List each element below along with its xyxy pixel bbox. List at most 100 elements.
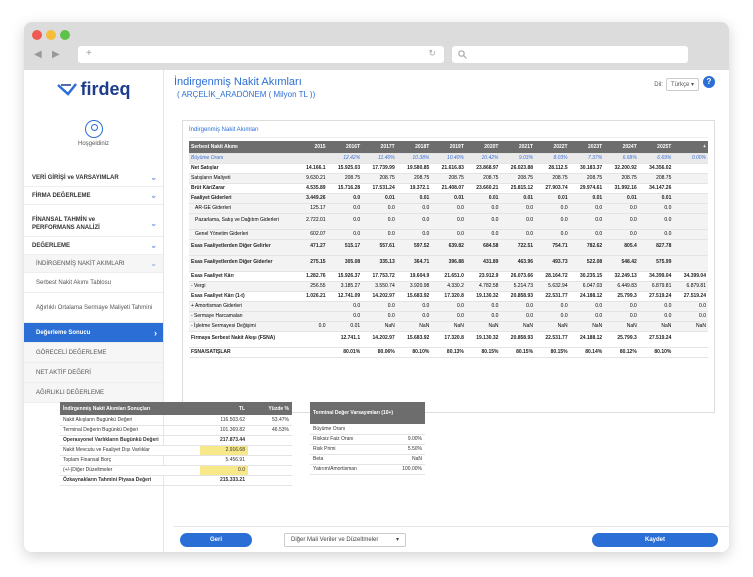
search-bar[interactable] — [452, 46, 688, 63]
back-nav-icon[interactable]: ◀ — [34, 49, 42, 60]
sidebar-item-agirlikli[interactable]: AĞIRLIKLI DEĞERLEME — [24, 383, 163, 403]
user-avatar-icon[interactable] — [84, 120, 103, 138]
table-cell: 0.0 — [396, 213, 432, 230]
table-cell: 24.188.12 — [569, 331, 605, 348]
table-cell: 0.0 — [673, 301, 708, 312]
table-cell — [673, 193, 708, 204]
sidebar-item-finansal-tahmin[interactable]: FİNANSAL TAHMİN ve PERFORMANS ANALİZİ ⌄ — [24, 211, 163, 237]
fcf-card: İndirgenmiş Nakit Akımları Serbest Nakit… — [182, 120, 715, 413]
table-cell — [673, 255, 708, 272]
fcf-table: Serbest Nakit Akımı 2015 2016T 2017T 2018T 20… — [189, 141, 708, 358]
table-cell: 10.40% — [431, 153, 466, 164]
table-cell: 80.15% — [465, 347, 501, 358]
table-cell — [673, 331, 708, 348]
sidebar-item-goreceli[interactable]: GÖRECELİ DEĞERLEME — [24, 343, 163, 363]
table-cell — [673, 229, 708, 240]
table-cell: 28.164.72 — [535, 271, 570, 282]
table-row: - İşletme Sermayesi Değişimi 0.0 0.01 NaN Na… — [189, 321, 708, 332]
table-cell: 25.815.12 — [500, 183, 536, 194]
table-cell: 6.879.81 — [673, 281, 708, 292]
table-cell: 19.130.32 — [465, 331, 501, 348]
table-cell: 19.372.1 — [396, 183, 432, 194]
table-cell — [248, 475, 292, 486]
table-cell: 0.0 — [638, 311, 674, 322]
sidebar-item-firma-degerleme[interactable]: FİRMA DEĞERLEME ⌄ — [24, 187, 163, 205]
sidebar-item-degerleme[interactable]: DEĞERLEME ⌄ — [24, 237, 163, 255]
table-cell: 3.550.74 — [362, 281, 397, 292]
table-cell: 0.01 — [604, 193, 639, 204]
table-cell: 364.71 — [396, 255, 432, 272]
table-cell: 10.38% — [396, 153, 432, 164]
table-cell: NaN — [465, 321, 501, 332]
address-bar[interactable]: + ↻ — [78, 46, 444, 63]
table-cell: NaN — [673, 321, 708, 332]
table-cell: 0.0 — [327, 193, 363, 204]
row-label: - Vergi — [189, 281, 293, 292]
row-label: Esas Faaliyet Kârı — [189, 271, 293, 282]
table-cell: 14.202.97 — [362, 291, 397, 302]
sidebar-item-snat[interactable]: Serbest Nakit Akımı Tablosu — [24, 273, 163, 293]
table-cell — [293, 153, 328, 164]
table-cell — [673, 213, 708, 230]
terminal-header: Terminal Değer Varsayımları (10+) — [310, 402, 425, 424]
logo[interactable]: firdeq — [24, 70, 163, 108]
table-cell: 0.0 — [604, 213, 639, 230]
table-row: Nakit Mevcutu ve Faaliyet Dışı Varlıklar… — [60, 445, 292, 456]
sidebar-item-degerleme-sonucu[interactable]: Değerleme Sonucu › — [24, 323, 163, 343]
save-button[interactable]: Kaydet — [592, 533, 718, 547]
table-cell: 0.0 — [535, 229, 570, 240]
minimize-dot-icon[interactable] — [46, 30, 56, 40]
table-row: - Vergi 256.55 3.185.27 3.550.74 3.920.98 4.3… — [189, 281, 708, 292]
sidebar-item-label: Serbest Nakit Akımı Tablosu — [36, 279, 111, 286]
table-cell: 0.0 — [604, 311, 639, 322]
sidebar-item-label: İNDİRGENMİŞ NAKİT AKIMLARI — [36, 260, 125, 267]
forward-nav-icon[interactable]: ▶ — [52, 49, 60, 60]
table-cell: 27.519.24 — [638, 331, 674, 348]
table-cell[interactable]: 2.916.68 — [200, 445, 248, 456]
table-cell: 0.0 — [604, 203, 639, 214]
sidebar-item-label: FİRMA DEĞERLEME — [32, 192, 91, 199]
table-cell: 5.632.94 — [535, 281, 570, 292]
table-cell: 8.03% — [535, 153, 570, 164]
table-cell[interactable]: 0.0 — [200, 465, 248, 476]
sidebar-item-aosm[interactable]: Ağırlıklı Ortalama Sermaye Maliyeti Tahm… — [24, 293, 163, 323]
row-label: Toplam Finansal Borç — [60, 455, 200, 466]
table-cell: 17.320.8 — [431, 331, 466, 348]
new-tab-icon[interactable]: + — [86, 48, 92, 59]
table-cell: 19.130.32 — [465, 291, 501, 302]
table-cell: 602.07 — [293, 229, 328, 240]
close-dot-icon[interactable] — [32, 30, 42, 40]
table-cell: 10.42% — [465, 153, 501, 164]
table-cell: 21.651.0 — [431, 271, 466, 282]
table-cell: 20.858.93 — [500, 331, 536, 348]
table-row: Büyüme Oranı 12.42% 11.40% 10.38% 10.40% 10.4… — [189, 153, 708, 164]
table-cell: 0.01 — [500, 193, 536, 204]
table-cell: 256.55 — [293, 281, 328, 292]
chevron-down-icon: ⌄ — [150, 173, 157, 182]
table-cell: 0.0 — [362, 311, 397, 322]
sidebar-item-veri-girisi[interactable]: VERİ GİRİŞİ ve VARSAYIMLAR ⌄ — [24, 169, 163, 187]
table-cell: 0.0 — [465, 229, 501, 240]
sidebar-item-inak[interactable]: İNDİRGENMİŞ NAKİT AKIMLARI ⌄ — [24, 255, 163, 273]
table-cell — [673, 239, 708, 256]
help-icon[interactable]: ? — [703, 76, 715, 88]
table-cell: 17.320.8 — [431, 291, 466, 302]
table-cell: 19.604.9 — [396, 271, 432, 282]
table-cell: 548.42 — [604, 255, 639, 272]
reload-icon[interactable]: ↻ — [428, 48, 436, 59]
table-cell: 639.82 — [431, 239, 466, 256]
back-button[interactable]: Geri — [180, 533, 252, 547]
footer-select[interactable]: Diğer Mali Veriler ve Düzeltmeler ▾ — [284, 533, 406, 547]
table-cell: 4.782.58 — [465, 281, 501, 292]
table-cell: NaN — [431, 321, 466, 332]
table-cell: 0.01 — [431, 193, 466, 204]
maximize-dot-icon[interactable] — [60, 30, 70, 40]
table-cell: 208.75 — [500, 173, 536, 184]
table-cell: 14.166.1 — [293, 163, 328, 174]
language-select[interactable]: Türkçe ▾ — [665, 78, 699, 91]
sidebar-item-net-aktif[interactable]: NET AKTİF DEĞERİ — [24, 363, 163, 383]
terminal-table: Terminal Değer Varsayımları (10+) Büyüme… — [310, 402, 425, 475]
table-cell: 1.282.76 — [293, 271, 328, 282]
table-cell: 53.47% — [248, 415, 292, 426]
sidebar-item-label: DEĞERLEME — [32, 242, 71, 249]
